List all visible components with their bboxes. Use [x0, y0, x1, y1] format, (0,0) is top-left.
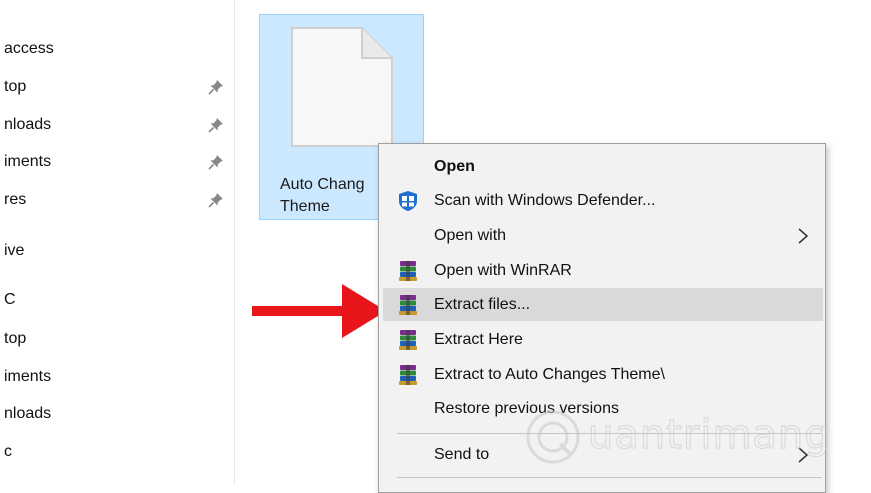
- nav-item-label: C: [4, 291, 16, 308]
- file-name-line-2: Theme: [280, 198, 330, 215]
- nav-item-this-pc[interactable]: C: [0, 285, 234, 315]
- pin-icon[interactable]: [208, 192, 224, 208]
- nav-item-onedrive[interactable]: ive: [0, 236, 234, 266]
- file-name: Auto Chang Theme: [280, 174, 380, 218]
- watermark-text: uantrimang: [587, 411, 831, 458]
- nav-item-pc-downloads[interactable]: nloads: [0, 399, 234, 429]
- pin-icon[interactable]: [208, 117, 224, 133]
- nav-item-label: iments: [4, 368, 52, 385]
- nav-item-label: c: [4, 443, 12, 460]
- nav-item-label: nloads: [4, 116, 52, 133]
- nav-item-pc-desktop[interactable]: top: [0, 324, 234, 354]
- winrar-icon: [399, 295, 417, 315]
- pin-icon[interactable]: [208, 79, 224, 95]
- menu-item-open-with-winrar[interactable]: Open with WinRAR: [383, 254, 823, 287]
- nav-item-desktop[interactable]: top: [0, 72, 234, 102]
- menu-item-label: Open with WinRAR: [434, 262, 572, 279]
- file-name-line-1: Auto Chang: [280, 176, 365, 193]
- chevron-right-icon: [798, 228, 809, 244]
- nav-item-label: top: [4, 330, 27, 347]
- nav-item-documents[interactable]: iments: [0, 147, 234, 177]
- nav-item-downloads[interactable]: nloads: [0, 110, 234, 140]
- nav-item-label: iments: [4, 153, 52, 170]
- watermark-logo-icon: [526, 410, 580, 464]
- nav-item-label: nloads: [4, 405, 52, 422]
- menu-item-extract-to-folder[interactable]: Extract to Auto Changes Theme\: [383, 358, 823, 391]
- menu-item-label: Send to: [434, 446, 490, 463]
- menu-separator: [397, 477, 822, 478]
- nav-item-label: ive: [4, 242, 25, 259]
- pin-icon[interactable]: [208, 154, 224, 170]
- nav-item-pc-documents[interactable]: iments: [0, 362, 234, 392]
- nav-item-pictures[interactable]: res: [0, 185, 234, 215]
- menu-item-extract-here[interactable]: Extract Here: [383, 323, 823, 356]
- menu-item-open[interactable]: Open: [383, 150, 823, 183]
- nav-item-label: res: [4, 191, 27, 208]
- menu-item-open-with[interactable]: Open with: [383, 219, 823, 252]
- menu-item-label: Open: [434, 158, 475, 175]
- menu-item-label: Extract to Auto Changes Theme\: [434, 366, 665, 383]
- winrar-icon: [399, 365, 417, 385]
- menu-item-label: Open with: [434, 227, 507, 244]
- menu-item-label: Extract files...: [434, 296, 531, 313]
- red-arrow-annotation: [252, 284, 386, 338]
- navigation-pane: access top nloads iments res ive C top i…: [0, 0, 235, 485]
- nav-item-pc-music[interactable]: c: [0, 437, 234, 467]
- nav-item-label: top: [4, 78, 27, 95]
- menu-item-label: Scan with Windows Defender...: [434, 192, 656, 209]
- menu-item-scan-defender[interactable]: Scan with Windows Defender...: [383, 184, 823, 217]
- nav-item-quick-access[interactable]: access: [0, 34, 234, 64]
- winrar-icon: [399, 261, 417, 281]
- nav-item-label: access: [4, 40, 54, 57]
- winrar-icon: [399, 330, 417, 350]
- document-icon: [291, 27, 393, 147]
- watermark: uantrimang: [524, 408, 866, 468]
- menu-item-label: Extract Here: [434, 331, 523, 348]
- windows-defender-icon: [399, 191, 417, 211]
- menu-item-extract-files[interactable]: Extract files...: [383, 288, 823, 321]
